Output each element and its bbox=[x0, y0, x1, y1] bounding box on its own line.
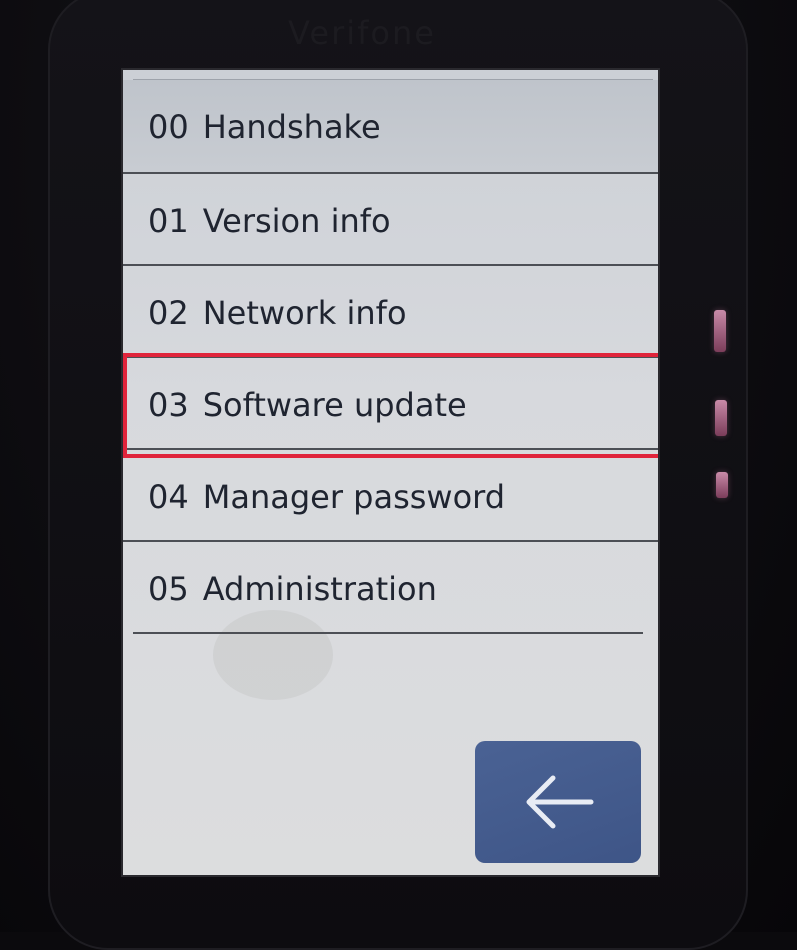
menu-item-handshake[interactable]: 00 Handshake bbox=[123, 80, 658, 174]
back-button[interactable] bbox=[475, 741, 641, 863]
menu-item-version-info[interactable]: 01 Version info bbox=[123, 174, 658, 266]
menu-item-code: 01 bbox=[148, 202, 189, 240]
menu-item-text: 04 Manager password bbox=[148, 478, 505, 516]
menu-item-text: 01 Version info bbox=[148, 202, 391, 240]
payment-terminal: Verifone 00 Handshake 01 Version info 02 Ne… bbox=[0, 0, 797, 950]
menu-item-code: 02 bbox=[148, 294, 189, 332]
menu-item-network-info[interactable]: 02 Network info bbox=[123, 266, 658, 358]
menu-item-label: Administration bbox=[202, 570, 437, 608]
menu-item-label: Manager password bbox=[202, 478, 506, 516]
menu-item-text: 02 Network info bbox=[148, 294, 407, 332]
arrow-left-icon bbox=[526, 775, 594, 829]
menu-item-manager-password[interactable]: 04 Manager password bbox=[123, 450, 658, 542]
menu-item-code: 00 bbox=[148, 108, 189, 146]
menu-item-text: 05 Administration bbox=[148, 570, 437, 608]
menu-item-label: Version info bbox=[202, 202, 391, 240]
menu-item-administration[interactable]: 05 Administration bbox=[133, 542, 643, 634]
menu-item-label: Network info bbox=[202, 294, 407, 332]
menu-item-code: 05 bbox=[148, 570, 189, 608]
selection-highlight-box bbox=[123, 353, 658, 458]
indicator-light-1 bbox=[714, 310, 726, 352]
menu-item-text: 00 Handshake bbox=[148, 108, 381, 146]
indicator-light-2 bbox=[715, 400, 727, 436]
brand-logo: Verifone bbox=[288, 14, 436, 52]
menu-item-code: 04 bbox=[148, 478, 189, 516]
terminal-screen: 00 Handshake 01 Version info 02 Network inf… bbox=[123, 70, 658, 875]
indicator-light-3 bbox=[716, 472, 728, 498]
menu-item-label: Handshake bbox=[202, 108, 381, 146]
